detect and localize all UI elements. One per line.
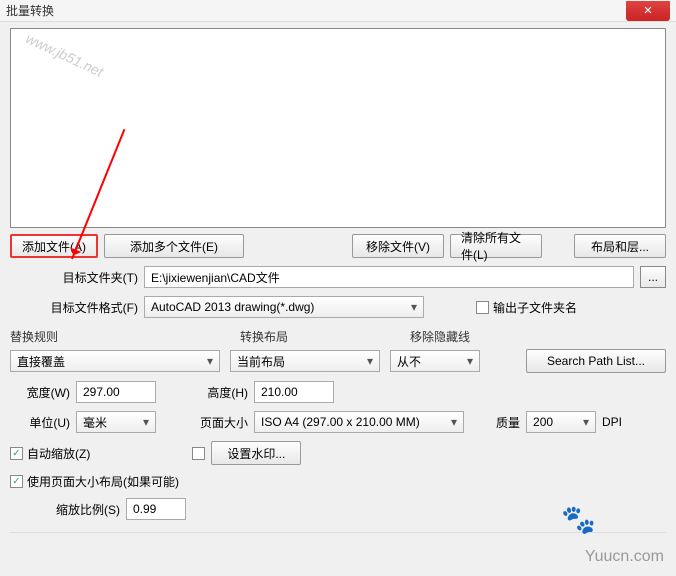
target-folder-label: 目标文件夹(T) (10, 269, 138, 286)
auto-zoom-checkbox[interactable]: ✓ 自动缩放(Z) (10, 445, 90, 462)
output-subfolder-label: 输出子文件夹名 (493, 299, 577, 316)
search-path-button[interactable]: Search Path List... (526, 349, 666, 373)
checkbox-box-checked2: ✓ (10, 475, 23, 488)
file-buttons-row: 添加文件(A) 添加多个文件(E) 移除文件(V) 清除所有文件(L) 布局和层… (10, 234, 666, 258)
output-subfolder-checkbox[interactable]: 输出子文件夹名 (476, 299, 577, 316)
add-file-button[interactable]: 添加文件(A) (10, 234, 98, 258)
auto-zoom-label: 自动缩放(Z) (27, 445, 90, 462)
use-page-layout-label: 使用页面大小布局(如果可能) (27, 473, 179, 490)
remove-hidden-select[interactable]: 从不 (390, 350, 480, 372)
replace-rule-select[interactable]: 直接覆盖 (10, 350, 220, 372)
width-input[interactable] (76, 381, 156, 403)
dialog-title: 批量转换 (6, 2, 54, 19)
checkbox-box-checked: ✓ (10, 447, 23, 460)
dimensions-row: 宽度(W) 高度(H) (10, 381, 666, 403)
titlebar: 批量转换 ✕ (0, 0, 676, 22)
autozoom-row: ✓ 自动缩放(Z) 设置水印... (10, 441, 666, 465)
unit-label: 单位(U) (10, 414, 70, 431)
set-watermark-button[interactable]: 设置水印... (211, 441, 301, 465)
target-format-row: 目标文件格式(F) AutoCAD 2013 drawing(*.dwg) 输出… (10, 296, 666, 318)
height-input[interactable] (254, 381, 334, 403)
add-multiple-button[interactable]: 添加多个文件(E) (104, 234, 244, 258)
target-format-select[interactable]: AutoCAD 2013 drawing(*.dwg) (144, 296, 424, 318)
replace-rule-header: 替换规则 (10, 328, 220, 345)
convert-layout-select[interactable]: 当前布局 (230, 350, 380, 372)
page-layout-row: ✓ 使用页面大小布局(如果可能) (10, 473, 666, 490)
replace-rule-value: 直接覆盖 (17, 353, 65, 370)
convert-layout-value: 当前布局 (237, 353, 285, 370)
unit-value: 毫米 (83, 414, 107, 431)
target-format-label: 目标文件格式(F) (10, 299, 138, 316)
close-button[interactable]: ✕ (626, 1, 670, 21)
page-size-select[interactable]: ISO A4 (297.00 x 210.00 MM) (254, 411, 464, 433)
unit-select[interactable]: 毫米 (76, 411, 156, 433)
watermark-text: www.jb51.net (24, 30, 106, 80)
clear-all-button[interactable]: 清除所有文件(L) (450, 234, 542, 258)
options-row: 直接覆盖 当前布局 从不 Search Path List... (10, 349, 666, 373)
section-headers: 替换规则 转换布局 移除隐藏线 (10, 328, 666, 345)
height-label: 高度(H) (188, 384, 248, 401)
checkbox-box (476, 301, 489, 314)
remove-file-button[interactable]: 移除文件(V) (352, 234, 444, 258)
quality-label: 质量 (496, 414, 520, 431)
quality-value: 200 (533, 415, 553, 429)
width-label: 宽度(W) (10, 384, 70, 401)
layout-layers-button[interactable]: 布局和层... (574, 234, 666, 258)
pawprint-watermark: 🐾 (561, 503, 596, 536)
remove-hidden-header: 移除隐藏线 (410, 328, 470, 345)
unit-page-row: 单位(U) 毫米 页面大小 ISO A4 (297.00 x 210.00 MM… (10, 411, 666, 433)
target-folder-row: 目标文件夹(T) ... (10, 266, 666, 288)
dpi-suffix: DPI (602, 415, 622, 429)
convert-layout-header: 转换布局 (240, 328, 390, 345)
footer-brand: Yuucn.com (585, 548, 664, 566)
browse-folder-button[interactable]: ... (640, 266, 666, 288)
close-icon: ✕ (643, 4, 652, 17)
quality-select[interactable]: 200 (526, 411, 596, 433)
dialog-body: www.jb51.net 添加文件(A) 添加多个文件(E) 移除文件(V) 清… (0, 22, 676, 543)
page-size-value: ISO A4 (297.00 x 210.00 MM) (261, 415, 420, 429)
watermark-checkbox-box[interactable] (192, 447, 205, 460)
file-list-area[interactable]: www.jb51.net (10, 28, 666, 228)
target-format-value: AutoCAD 2013 drawing(*.dwg) (151, 300, 314, 314)
remove-hidden-value: 从不 (397, 353, 421, 370)
use-page-layout-checkbox[interactable]: ✓ 使用页面大小布局(如果可能) (10, 473, 179, 490)
zoom-ratio-label: 缩放比例(S) (10, 501, 120, 518)
target-folder-input[interactable] (144, 266, 634, 288)
page-size-label: 页面大小 (188, 414, 248, 431)
zoom-ratio-input[interactable] (126, 498, 186, 520)
